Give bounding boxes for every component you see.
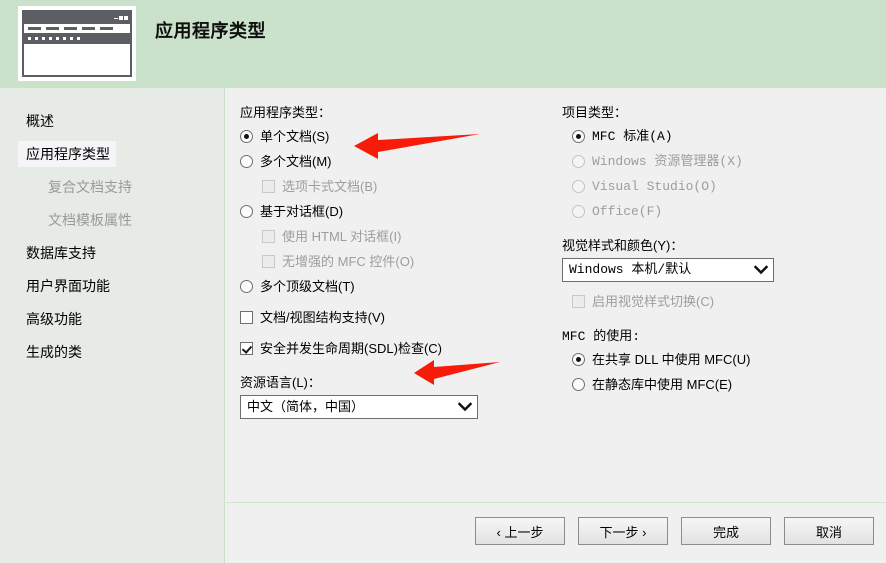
option-label: 单个文档(S) (260, 129, 330, 144)
toolbar-glyph (49, 37, 52, 40)
mini-window-client (24, 43, 130, 75)
checkbox-tabbed-documents: 选项卡式文档(B) (262, 179, 560, 194)
checkbox-icon (262, 230, 275, 243)
sidebar-item-compound-document-support: 复合文档支持 (48, 179, 132, 195)
option-label: 在静态库中使用 MFC(E) (592, 377, 733, 392)
checkbox-icon (572, 295, 585, 308)
radio-dialog-based[interactable]: 基于对话框(D) (240, 204, 560, 219)
checkbox-icon[interactable] (240, 311, 253, 324)
checkbox-sdl-checks[interactable]: 安全并发生命周期(SDL)检查(C) (240, 341, 560, 356)
option-label: 无增强的 MFC 控件(O) (282, 254, 415, 269)
wizard-main-panel: 应用程序类型： 单个文档(S) 多个文档(M) 选项卡式文档(B) 基于对话框(… (226, 88, 886, 502)
option-label: 在共享 DLL 中使用 MFC(U) (592, 352, 751, 367)
menu-glyph (46, 27, 59, 30)
option-label: Visual Studio(O) (592, 179, 717, 194)
radio-use-mfc-static-library[interactable]: 在静态库中使用 MFC(E) (572, 377, 882, 392)
option-label: 启用视觉样式切换(C) (592, 294, 715, 309)
resource-language-label: 资源语言(L)： (240, 375, 321, 390)
radio-icon[interactable] (572, 378, 585, 391)
radio-windows-explorer: Windows 资源管理器(X) (572, 154, 882, 169)
sidebar-item-document-template-properties: 文档模板属性 (48, 212, 132, 228)
option-label: 多个文档(M) (260, 154, 332, 169)
radio-single-document[interactable]: 单个文档(S) (240, 129, 560, 144)
resource-language-select[interactable]: 中文（简体，中国） (240, 395, 478, 419)
chevron-down-icon[interactable] (457, 399, 473, 415)
application-type-column: 应用程序类型： 单个文档(S) 多个文档(M) 选项卡式文档(B) 基于对话框(… (240, 102, 560, 419)
radio-mfc-standard[interactable]: MFC 标准(A) (572, 129, 882, 144)
application-type-label: 应用程序类型： (240, 105, 332, 120)
radio-icon[interactable] (240, 280, 253, 293)
back-button[interactable]: ‹ 上一步 (475, 517, 565, 545)
checkbox-icon[interactable] (240, 342, 253, 355)
wizard-footer: ‹ 上一步 下一步 › 完成 取消 (226, 502, 886, 563)
mfc-usage-label: MFC 的使用: (562, 329, 641, 344)
option-label: Office(F) (592, 204, 663, 219)
radio-icon[interactable] (572, 130, 585, 143)
menu-glyph (100, 27, 113, 30)
toolbar-glyph (42, 37, 45, 40)
sidebar-item-generated-classes[interactable]: 生成的类 (18, 339, 88, 365)
option-label: 基于对话框(D) (260, 204, 344, 219)
visual-style-select[interactable]: Windows 本机/默认 (562, 258, 774, 282)
menu-glyph (64, 27, 77, 30)
option-label: 多个顶级文档(T) (260, 279, 355, 294)
option-label: Windows 资源管理器(X) (592, 154, 743, 169)
close-glyph (124, 15, 128, 20)
radio-icon (572, 180, 585, 193)
sidebar-item-overview[interactable]: 概述 (18, 108, 60, 134)
checkbox-icon (262, 255, 275, 268)
option-label: 使用 HTML 对话框(I) (282, 229, 402, 244)
toolbar-glyph (35, 37, 38, 40)
radio-use-mfc-shared-dll[interactable]: 在共享 DLL 中使用 MFC(U) (572, 352, 882, 367)
radio-icon[interactable] (240, 205, 253, 218)
radio-icon[interactable] (240, 130, 253, 143)
option-label: 选项卡式文档(B) (282, 179, 378, 194)
radio-multiple-documents[interactable]: 多个文档(M) (240, 154, 560, 169)
toolbar-glyph (77, 37, 80, 40)
menu-glyph (82, 27, 95, 30)
toolbar-glyph (70, 37, 73, 40)
menu-glyph (28, 27, 41, 30)
maximize-glyph (119, 15, 123, 20)
option-label: MFC 标准(A) (592, 129, 673, 144)
chevron-down-icon[interactable] (753, 262, 769, 278)
radio-icon[interactable] (572, 353, 585, 366)
minimize-glyph (114, 17, 118, 19)
sidebar-item-advanced-features[interactable]: 高级功能 (18, 306, 88, 332)
radio-multiple-top-level-documents[interactable]: 多个顶级文档(T) (240, 279, 560, 294)
radio-office: Office(F) (572, 204, 882, 219)
page-title: 应用程序类型 (155, 21, 266, 41)
visual-style-value: Windows 本机/默认 (569, 262, 692, 277)
checkbox-enable-visual-style-switching: 启用视觉样式切换(C) (572, 294, 882, 309)
project-type-column: 项目类型： MFC 标准(A) Windows 资源管理器(X) Visual … (562, 102, 882, 402)
checkbox-icon (262, 180, 275, 193)
radio-visual-studio: Visual Studio(O) (572, 179, 882, 194)
option-label: 文档/视图结构支持(V) (260, 310, 385, 325)
sidebar-item-database-support[interactable]: 数据库支持 (18, 240, 102, 266)
next-button[interactable]: 下一步 › (578, 517, 668, 545)
sidebar-item-user-interface-features[interactable]: 用户界面功能 (18, 273, 116, 299)
toolbar-glyph (28, 37, 31, 40)
project-type-label: 项目类型： (562, 105, 628, 120)
app-window-icon (18, 6, 136, 81)
cancel-button[interactable]: 取消 (784, 517, 874, 545)
radio-icon[interactable] (240, 155, 253, 168)
radio-icon (572, 205, 585, 218)
checkbox-document-view-support[interactable]: 文档/视图结构支持(V) (240, 310, 560, 325)
footer-button-row: ‹ 上一步 下一步 › 完成 取消 (475, 517, 874, 545)
visual-style-label: 视觉样式和颜色(Y)： (562, 238, 684, 253)
checkbox-no-enhanced-mfc-controls: 无增强的 MFC 控件(O) (262, 254, 560, 269)
sidebar-item-application-type[interactable]: 应用程序类型 (18, 141, 116, 167)
checkbox-use-html-dialog: 使用 HTML 对话框(I) (262, 229, 560, 244)
resource-language-value: 中文（简体，中国） (247, 399, 365, 414)
toolbar-glyph (63, 37, 66, 40)
option-label: 安全并发生命周期(SDL)检查(C) (260, 341, 442, 356)
radio-icon (572, 155, 585, 168)
wizard-sidebar: 概述 应用程序类型 复合文档支持 文档模板属性 数据库支持 用户界面功能 高级功… (0, 88, 225, 563)
finish-button[interactable]: 完成 (681, 517, 771, 545)
wizard-header: 应用程序类型 (0, 0, 886, 88)
toolbar-glyph (56, 37, 59, 40)
